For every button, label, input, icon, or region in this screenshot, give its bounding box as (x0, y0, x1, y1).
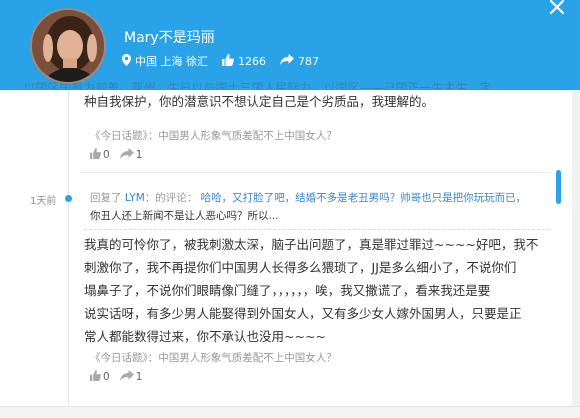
topic-link[interactable]: 《今日话题》：中国男人形象气质差配不上中国女人？ (90, 350, 337, 365)
post-text-line: 说实话呀，有多少男人能娶得到外国女人，又有多少女人嫁外国男人，只要是正 (84, 306, 522, 321)
likes-info: 1266 (222, 53, 266, 69)
post-text-line: 种自我保护，你的潜意识不想认定自己是个劣质品，我理解的。 (84, 94, 435, 109)
post-actions: 0 1 (90, 148, 152, 162)
thumbs-up-icon (90, 148, 103, 162)
like-button[interactable]: 0 (90, 370, 110, 384)
close-icon[interactable] (548, 0, 566, 20)
faded-background-text: ...、以国区国有为前差。亚州，生日以与国士三国人民际力，以国区——己国正一生主… (0, 81, 492, 90)
reply-quote: 回复了 LYM：的评论： 哈哈，又打脸了吧，结婚不多是老丑男吗？帅哥也只是把你玩… (84, 186, 550, 230)
location-info: 中国 上海 徐汇 (122, 53, 208, 69)
profile-meta: 中国 上海 徐汇 1266 787 (122, 53, 333, 69)
share-button[interactable]: 1 (119, 370, 143, 384)
reply-user-link[interactable]: LYM (125, 192, 145, 204)
reply-prefix: 回复了 (90, 192, 122, 204)
reply-quote-text-2: 你丑人还上新闻不是让人恶心吗？所以... (90, 210, 279, 222)
thumbs-up-icon (222, 53, 238, 69)
share-arrow-icon (119, 370, 136, 384)
post-text-line: 塌鼻子了，不说你们眼睛像门缝了，，，，，，唉，我又撒谎了，看来我还是要 (84, 283, 491, 298)
timeline-line (68, 90, 69, 405)
reply-mid: ：的评论： (144, 192, 198, 204)
comment-timeline: 种自我保护，你的潜意识不想认定自己是个劣质品，我理解的。 《今日话题》：中国男人… (0, 90, 580, 418)
post-text: 我真的可怜你了，被我刺激太深，脑子出问题了，真是罪过罪过~~~~好吧，我不 刺激… (84, 233, 538, 348)
shares-count: 787 (298, 54, 319, 68)
timeline-dot (65, 195, 72, 202)
share-count: 1 (135, 149, 143, 161)
shares-info: 787 (280, 54, 319, 68)
close-button[interactable] (548, 0, 568, 18)
scroll-track (572, 90, 580, 418)
post-text: 种自我保护，你的潜意识不想认定自己是个劣质品，我理解的。 (84, 90, 434, 113)
likes-count: 1266 (238, 54, 266, 68)
share-arrow-icon (119, 148, 136, 162)
share-count: 1 (135, 371, 143, 383)
user-name[interactable]: Mary不是玛丽 (124, 27, 215, 47)
post-text-line: 常人都能数得过来，你不承认也没用~~~~ (84, 329, 326, 344)
post-text-line: 刺激你了，我不再提你们中国男人长得多么猥琐了，JJ是多么细小了，不说你们 (84, 260, 517, 275)
share-arrow-icon (280, 54, 298, 68)
reply-quote-text: 哈哈，又打脸了吧，结婚不多是老丑男吗？帅哥也只是把你玩玩而已， (200, 192, 527, 204)
bottom-bar (0, 406, 580, 418)
reply-line-1: 回复了 LYM：的评论： 哈哈，又打脸了吧，结婚不多是老丑男吗？帅哥也只是把你玩… (90, 190, 526, 205)
thumbs-up-icon (90, 370, 103, 384)
like-count: 0 (103, 371, 110, 383)
post-time: 1天前 (30, 196, 57, 207)
post-text-line: 我真的可怜你了，被我刺激太深，脑子出问题了，真是罪过罪过~~~~好吧，我不 (84, 237, 539, 252)
post-divider (80, 172, 550, 173)
post-actions: 0 1 (90, 370, 152, 384)
location-pin-icon (122, 53, 135, 69)
like-count: 0 (103, 149, 110, 161)
topic-link[interactable]: 《今日话题》：中国男人形象气质差配不上中国女人？ (90, 128, 337, 143)
share-button[interactable]: 1 (119, 148, 143, 162)
scrollbar-thumb[interactable] (556, 170, 561, 204)
avatar[interactable] (30, 8, 106, 84)
profile-header: ...、以国区国有为前差。亚州，生日以与国士三国人民际力，以国区——己国正一生主… (0, 0, 580, 90)
like-button[interactable]: 0 (90, 148, 110, 162)
location-text: 中国 上海 徐汇 (135, 55, 208, 68)
